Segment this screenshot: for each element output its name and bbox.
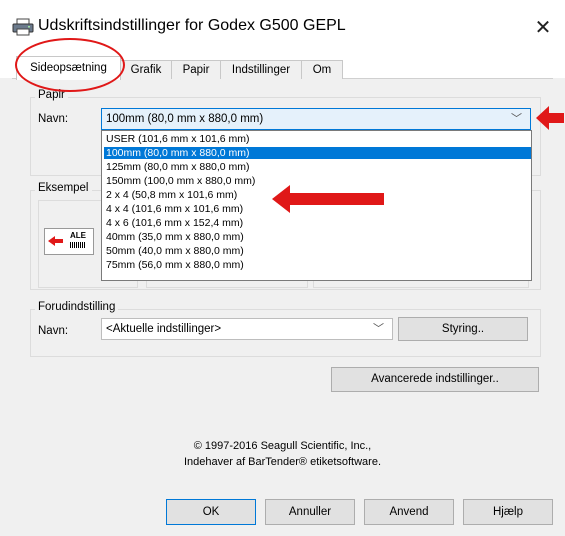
dropdown-option-selected[interactable]: 100mm (80,0 mm x 880,0 mm) [104,147,531,159]
chevron-down-icon: ﹀ [373,323,384,335]
arrow-left-icon [48,236,63,246]
tab-om[interactable]: Om [301,60,343,79]
paper-name-label: Navn: [38,113,69,125]
dropdown-option[interactable]: 50mm (40,0 mm x 880,0 mm) [104,245,531,257]
paper-name-value: 100mm (80,0 mm x 880,0 mm) [106,113,264,125]
dropdown-option[interactable]: 125mm (80,0 mm x 880,0 mm) [104,161,531,173]
dropdown-option[interactable]: 4 x 6 (101,6 mm x 152,4 mm) [104,217,531,229]
dropdown-option[interactable]: 75mm (56,0 mm x 880,0 mm) [104,259,531,271]
preset-value: <Aktuelle indstillinger> [106,323,222,335]
dropdown-option[interactable]: 40mm (35,0 mm x 880,0 mm) [104,231,531,243]
ok-button[interactable]: OK [166,499,256,525]
close-button[interactable]: ✕ [528,14,558,42]
barcode-icon [70,242,85,248]
preset-group-label: Forudindstilling [35,301,119,313]
preset-name-label: Navn: [38,325,69,337]
chevron-down-icon: ﹀ [511,113,522,125]
tab-indstillinger[interactable]: Indstillinger [220,60,302,79]
label-preview-image: ALE [44,228,94,255]
label-preview-text: ALE [70,231,86,240]
help-button[interactable]: Hjælp [463,499,553,525]
apply-button[interactable]: Anvend [364,499,454,525]
annotation-arrow-icon [536,106,564,130]
copyright-line-1: © 1997-2016 Seagull Scientific, Inc., [193,440,372,452]
annotation-arrow-icon [272,185,384,213]
window-title: Udskriftsindstillinger for Godex G500 GE… [38,17,346,34]
dropdown-option[interactable]: USER (101,6 mm x 101,6 mm) [104,133,531,145]
example-group-label: Eksempel [35,182,92,194]
advanced-settings-button[interactable]: Avancerede indstillinger.. [331,367,539,392]
copyright-line-2: Indehaver af BarTender® etiketsoftware. [183,456,382,468]
tab-papir[interactable]: Papir [171,60,221,79]
preset-select[interactable]: <Aktuelle indstillinger> ﹀ [101,318,393,340]
cancel-button[interactable]: Annuller [265,499,355,525]
manage-button[interactable]: Styring.. [398,317,528,341]
annotation-circle [15,38,125,92]
paper-name-select[interactable]: 100mm (80,0 mm x 880,0 mm) ﹀ [101,108,531,130]
printer-icon [12,18,34,36]
tab-grafik[interactable]: Grafik [120,60,172,79]
